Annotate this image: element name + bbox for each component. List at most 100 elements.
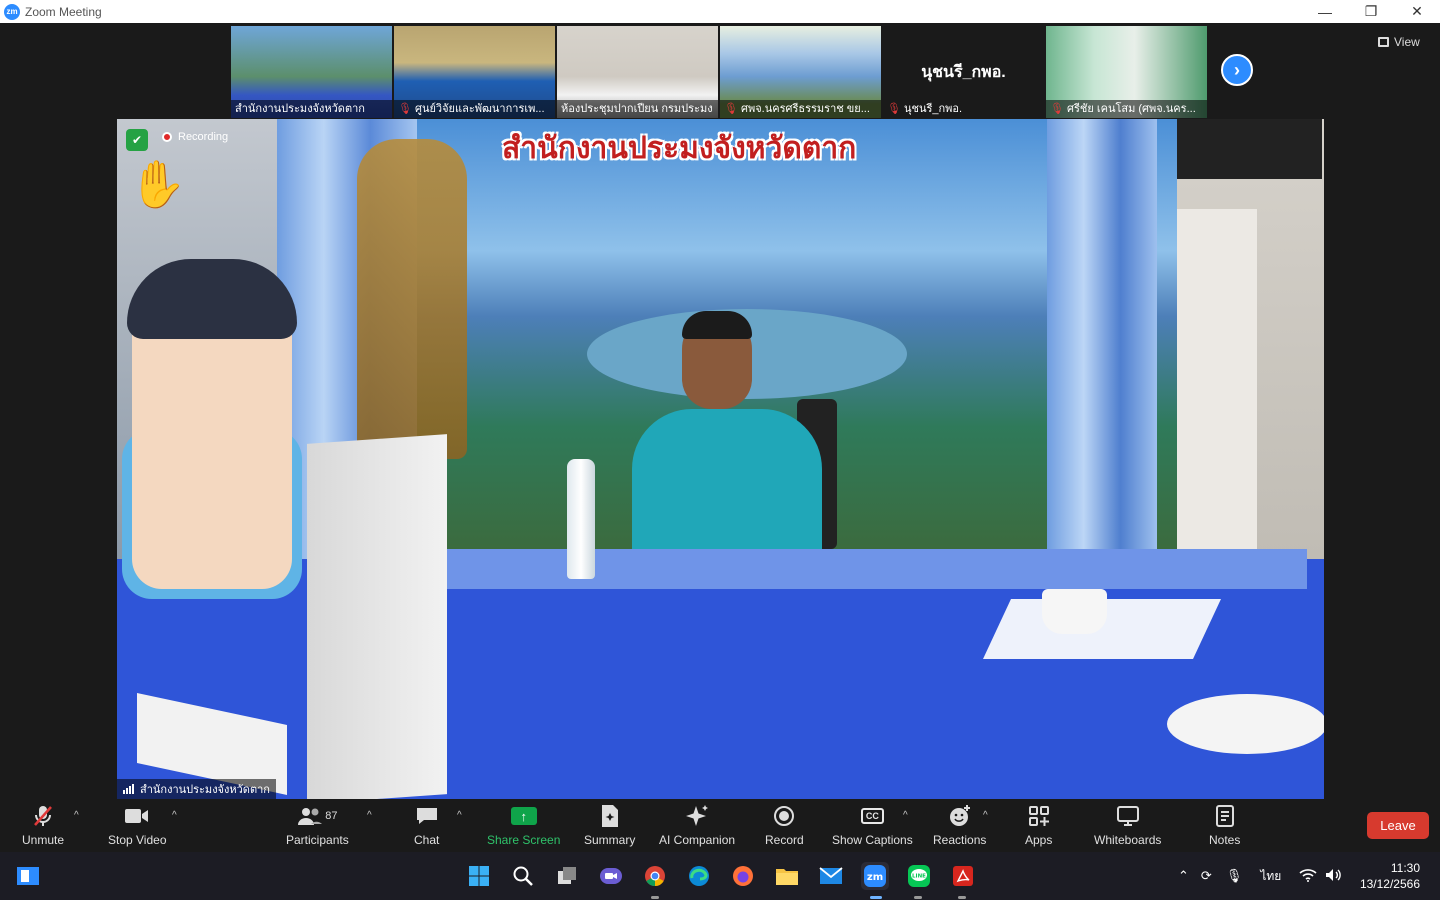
participants-button[interactable]: 87 Participants bbox=[286, 803, 349, 847]
video-person-body bbox=[632, 409, 822, 569]
file-explorer-icon[interactable] bbox=[773, 862, 801, 890]
unmute-label: Unmute bbox=[22, 833, 65, 847]
show-desktop-icon[interactable] bbox=[14, 862, 42, 890]
thumbnail-label: ห้องประชุมปากเปียน กรมประมง bbox=[557, 100, 718, 118]
participant-thumbnail[interactable]: 🎙 ศรีชัย เคนโสม (ศพจ.นคร... bbox=[1046, 26, 1207, 118]
line-app-icon[interactable]: LINE bbox=[905, 862, 933, 890]
show-hidden-icons-chevron-icon[interactable]: ⌃ bbox=[1178, 868, 1189, 884]
participants-options-caret[interactable]: ^ bbox=[367, 810, 372, 821]
active-speaker-video[interactable]: สำนักงานประมงจังหวัดตาก ✔ Recording ✋ สำ… bbox=[117, 119, 1324, 799]
participant-name: ห้องประชุมปากเปียน กรมประมง bbox=[561, 103, 713, 115]
summary-document-icon bbox=[600, 803, 620, 829]
reactions-options-caret[interactable]: ^ bbox=[983, 810, 988, 821]
participant-name-placeholder: นุชนรี_กพอ. bbox=[921, 64, 1006, 81]
recording-dot-icon bbox=[162, 132, 172, 142]
participants-icon: 87 bbox=[297, 803, 337, 829]
grid-view-icon bbox=[1378, 37, 1389, 47]
participant-name: ศูนย์วิจัยและพัฒนาการเพ... bbox=[414, 103, 545, 115]
mail-icon[interactable] bbox=[817, 862, 845, 890]
chat-button[interactable]: Chat bbox=[414, 803, 439, 847]
taskbar-clock[interactable]: 11:30 13/12/2566 bbox=[1360, 860, 1420, 892]
clock-date: 13/12/2566 bbox=[1359, 877, 1420, 891]
volume-icon[interactable] bbox=[1325, 868, 1343, 885]
search-icon[interactable] bbox=[509, 862, 537, 890]
svg-text:zm: zm bbox=[867, 872, 883, 883]
participant-name: สำนักงานประมงจังหวัดตาก bbox=[235, 103, 365, 115]
microphone-in-use-icon[interactable]: 🎙 bbox=[1226, 868, 1243, 884]
ai-sparkle-icon bbox=[685, 803, 709, 829]
acrobat-icon[interactable] bbox=[949, 862, 977, 890]
reactions-label: Reactions bbox=[933, 833, 987, 847]
minimize-button[interactable]: — bbox=[1302, 0, 1348, 23]
participant-thumbnail[interactable]: ห้องประชุมปากเปียน กรมประมง bbox=[557, 26, 718, 118]
thumbnail-strip: สำนักงานประมงจังหวัดตาก 🎙 ศูนย์วิจัยและพ… bbox=[231, 26, 1207, 118]
participant-thumbnail[interactable]: 🎙 ศพจ.นครศรีธรรมราช ขย... bbox=[720, 26, 881, 118]
smiley-plus-icon bbox=[948, 803, 972, 829]
chat-bubble-icon bbox=[415, 803, 439, 829]
windows-start-icon[interactable] bbox=[465, 862, 493, 890]
reactions-button[interactable]: Reactions bbox=[933, 803, 986, 847]
chrome-icon[interactable] bbox=[641, 862, 669, 890]
muted-mic-icon: 🎙 bbox=[887, 103, 901, 115]
chat-options-caret[interactable]: ^ bbox=[457, 810, 462, 821]
task-view-icon[interactable] bbox=[553, 862, 581, 890]
restore-button[interactable]: ❐ bbox=[1348, 0, 1394, 23]
video-plate bbox=[1167, 694, 1324, 754]
close-button[interactable]: ✕ bbox=[1394, 0, 1440, 23]
whiteboards-button[interactable]: Whiteboards bbox=[1094, 803, 1161, 847]
participants-label: Participants bbox=[286, 833, 349, 847]
meet-chat-icon[interactable] bbox=[597, 862, 625, 890]
show-captions-label: Show Captions bbox=[832, 833, 913, 847]
unmute-button[interactable]: Unmute bbox=[22, 803, 64, 847]
participant-name: นุชนรี_กพอ. bbox=[903, 103, 963, 115]
notes-button[interactable]: Notes bbox=[1209, 803, 1240, 847]
ai-companion-label: AI Companion bbox=[659, 833, 736, 847]
video-statue bbox=[357, 139, 467, 459]
video-monitor bbox=[307, 434, 447, 799]
participant-thumbnail[interactable]: สำนักงานประมงจังหวัดตาก bbox=[231, 26, 392, 118]
ai-companion-button[interactable]: AI Companion bbox=[659, 803, 735, 847]
chrome-running-indicator bbox=[651, 896, 659, 899]
stop-video-button[interactable]: Stop Video bbox=[108, 803, 167, 847]
view-button[interactable]: View bbox=[1378, 35, 1420, 49]
whiteboards-label: Whiteboards bbox=[1094, 833, 1162, 847]
window-controls: — ❐ ✕ bbox=[1302, 0, 1440, 23]
raised-hand-icon: ✋ bbox=[129, 158, 187, 210]
notes-label: Notes bbox=[1209, 833, 1241, 847]
participants-count: 87 bbox=[325, 810, 338, 822]
show-captions-button[interactable]: CC Show Captions bbox=[832, 803, 913, 847]
audio-options-caret[interactable]: ^ bbox=[74, 810, 79, 821]
share-screen-button[interactable]: ↑ Share Screen bbox=[487, 803, 560, 847]
video-table bbox=[117, 559, 1324, 799]
summary-button[interactable]: Summary bbox=[584, 803, 635, 847]
video-options-caret[interactable]: ^ bbox=[172, 810, 177, 821]
participant-name: ศรีชัย เคนโสม (ศพจ.นคร... bbox=[1066, 103, 1196, 115]
apps-icon bbox=[1028, 803, 1050, 829]
input-language-indicator[interactable]: ไทย bbox=[1260, 867, 1281, 886]
apps-button[interactable]: Apps bbox=[1025, 803, 1052, 847]
muted-microphone-icon bbox=[32, 803, 54, 829]
encryption-shield-icon[interactable]: ✔ bbox=[126, 129, 148, 151]
firefox-icon[interactable] bbox=[729, 862, 757, 890]
recording-label: Recording bbox=[178, 131, 229, 143]
video-banner-text: สำนักงานประมงจังหวัดตาก bbox=[502, 131, 857, 166]
sync-status-icon[interactable]: ⟳ bbox=[1201, 868, 1212, 884]
acrobat-running-indicator bbox=[958, 896, 966, 899]
thumbnail-label: 🎙 ศพจ.นครศรีธรรมราช ขย... bbox=[720, 100, 881, 118]
captions-icon-text: CC bbox=[860, 808, 884, 824]
muted-mic-icon: 🎙 bbox=[724, 103, 738, 115]
zoom-active-indicator bbox=[870, 896, 882, 899]
thumbnail-label: 🎙 นุชนรี_กพอ. bbox=[883, 100, 1044, 118]
zoom-taskbar-icon[interactable]: zm bbox=[861, 862, 889, 890]
captions-icon: CC bbox=[860, 803, 884, 829]
captions-options-caret[interactable]: ^ bbox=[903, 810, 908, 821]
participant-name: ศพจ.นครศรีธรรมราช ขย... bbox=[740, 103, 870, 115]
leave-button[interactable]: Leave bbox=[1367, 812, 1429, 839]
record-button[interactable]: Record bbox=[765, 803, 804, 847]
edge-icon[interactable] bbox=[685, 862, 713, 890]
next-page-button[interactable]: › bbox=[1221, 54, 1253, 86]
window-title: Zoom Meeting bbox=[25, 4, 102, 19]
participant-thumbnail[interactable]: 🎙 ศูนย์วิจัยและพัฒนาการเพ... bbox=[394, 26, 555, 118]
participant-thumbnail[interactable]: นุชนรี_กพอ. 🎙 นุชนรี_กพอ. bbox=[883, 26, 1044, 118]
wifi-icon[interactable] bbox=[1299, 868, 1317, 885]
